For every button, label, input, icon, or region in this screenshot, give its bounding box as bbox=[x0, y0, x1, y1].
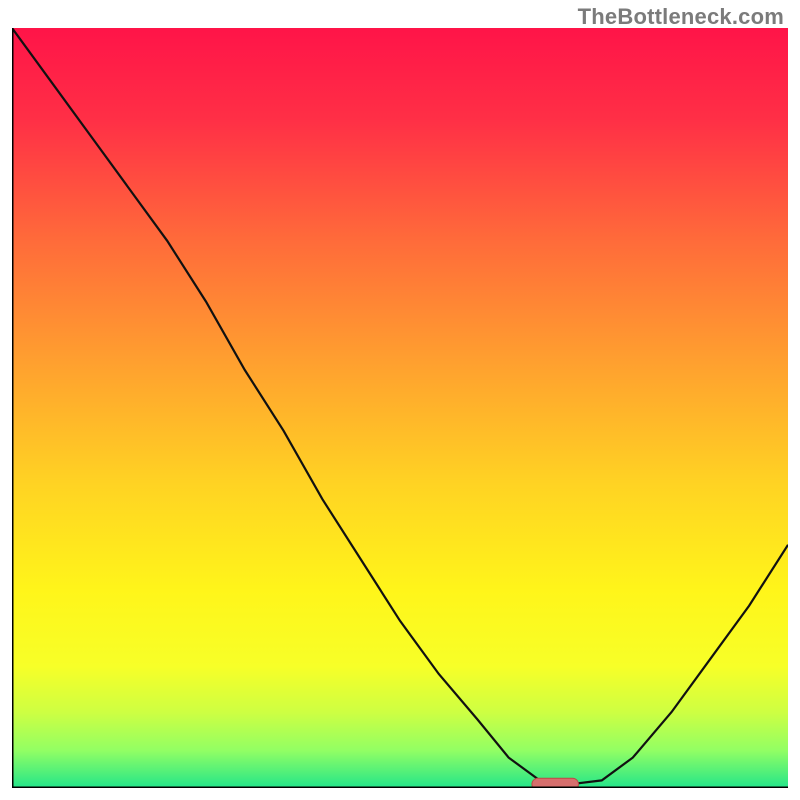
watermark-text: TheBottleneck.com bbox=[578, 4, 784, 30]
chart-wrap: TheBottleneck.com bbox=[0, 0, 800, 800]
plot-frame bbox=[12, 28, 788, 788]
bottleneck-chart bbox=[12, 28, 788, 788]
gradient-background bbox=[12, 28, 788, 788]
